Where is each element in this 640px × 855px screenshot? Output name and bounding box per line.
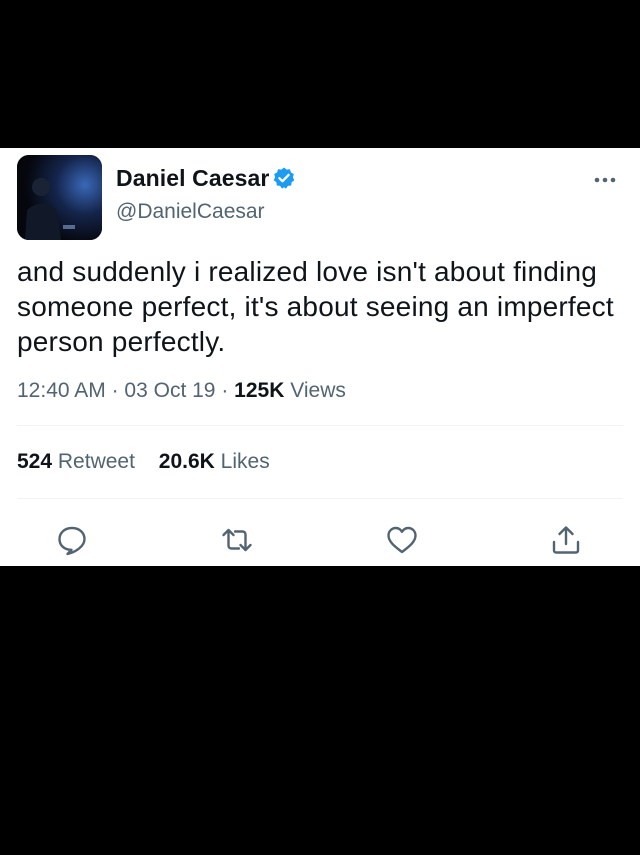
more-horizontal-icon[interactable]: [592, 170, 618, 190]
tweet-stats: 524 Retweet 20.6K Likes: [17, 450, 288, 474]
retweets-count: 524: [17, 450, 53, 473]
heart-icon: [387, 526, 417, 554]
author-display-name[interactable]: Daniel Caesar: [116, 165, 269, 192]
likes-label: Likes: [220, 450, 270, 473]
likes-count: 20.6K: [158, 450, 215, 473]
retweets-label: Retweet: [57, 450, 135, 473]
divider: [17, 498, 623, 499]
tweet-date[interactable]: 03 Oct 19: [124, 379, 215, 402]
share-button[interactable]: [549, 523, 583, 557]
divider: [17, 425, 623, 426]
author-handle[interactable]: @DanielCaesar: [116, 200, 265, 224]
retweet-button[interactable]: [220, 523, 254, 557]
tweet-metadata: 12:40 AM · 03 Oct 19 · 125K Views: [17, 379, 346, 403]
avatar-image: [17, 155, 102, 240]
avatar[interactable]: [17, 155, 102, 240]
likes-stat[interactable]: 20.6K Likes: [159, 450, 270, 473]
meta-separator: ·: [111, 379, 119, 402]
views-count: 125K: [234, 379, 285, 402]
reply-button[interactable]: [55, 523, 89, 557]
retweets-stat[interactable]: 524 Retweet: [17, 450, 135, 473]
retweet-icon: [222, 528, 252, 552]
tweet-time[interactable]: 12:40 AM: [17, 379, 106, 402]
author-name-row: Daniel Caesar: [116, 163, 296, 193]
verified-badge-icon: [272, 166, 296, 190]
views-label: Views: [290, 379, 346, 402]
share-icon: [552, 526, 580, 554]
tweet-card: Daniel Caesar @DanielCaesar and suddenly…: [0, 148, 640, 566]
meta-separator: ·: [221, 379, 229, 402]
tweet-text: and suddenly i realized love isn't about…: [17, 256, 614, 357]
reply-icon: [58, 526, 86, 556]
like-button[interactable]: [385, 523, 419, 557]
